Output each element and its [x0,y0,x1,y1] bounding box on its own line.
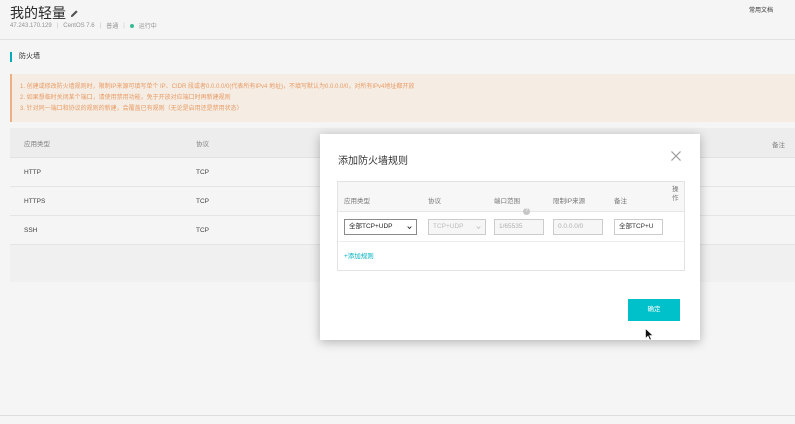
chevron-down-icon [476,226,481,230]
add-rule-link[interactable]: +添加规则 [344,250,374,260]
source-ip-input[interactable]: 0.0.0.0/0 [553,219,603,235]
mouse-cursor-icon [645,328,654,341]
rule-row: 全部TCP+UDP TCP+UDP 1/65535 0.0.0.0/0 全部TC… [338,212,684,242]
note-input[interactable]: 全部TCP+U [614,219,663,235]
app-type-select[interactable]: 全部TCP+UDP [344,219,417,235]
protocol-value: TCP+UDP [433,223,464,230]
column-header-proto: 协议 [428,198,441,205]
close-icon[interactable] [670,150,682,162]
protocol-select[interactable]: TCP+UDP [428,219,486,235]
rules-table-header: 应用类型 协议 端口范围? 限制IP来源 备注 操作 [338,182,684,215]
add-firewall-rule-dialog: 添加防火墙规则 应用类型 协议 端口范围? 限制IP来源 备注 操作 全部TCP… [320,134,700,340]
column-header-ip: 限制IP来源 [553,198,586,205]
dialog-title: 添加防火墙规则 [338,156,408,167]
chevron-down-icon [407,226,412,230]
app-type-value: 全部TCP+UDP [349,223,393,230]
column-header-port: 端口范围? [494,195,530,215]
column-header-op: 操作 [672,186,679,202]
column-header-port-label: 端口范围 [494,198,520,205]
column-header-note: 备注 [614,198,627,205]
confirm-button[interactable]: 确定 [628,299,680,321]
port-range-input[interactable]: 1/65535 [494,219,544,235]
rules-table: 应用类型 协议 端口范围? 限制IP来源 备注 操作 全部TCP+UDP TCP… [337,181,685,271]
column-header-app: 应用类型 [344,198,370,205]
